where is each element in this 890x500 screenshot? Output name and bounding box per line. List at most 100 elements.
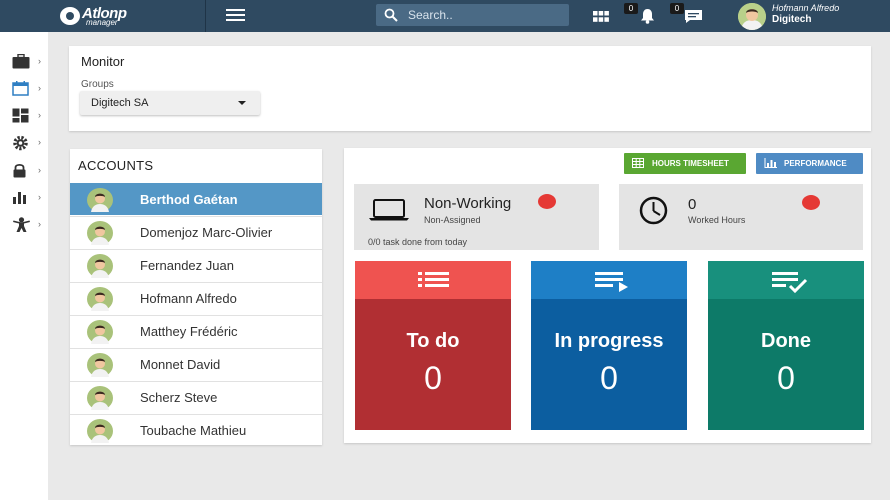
logo-mark — [60, 7, 80, 25]
playlist-check-icon — [772, 272, 808, 293]
account-name: Fernandez Juan — [140, 258, 234, 273]
search-placeholder: Search.. — [408, 8, 453, 22]
monitor-title: Monitor — [81, 54, 125, 69]
hours-timesheet-button[interactable]: HOURS TIMESHEET — [624, 153, 746, 174]
todo-tile-header — [355, 261, 511, 299]
search-icon — [384, 8, 398, 22]
account-row[interactable]: Scherz Steve — [70, 381, 322, 413]
bar-chart-icon — [764, 158, 777, 168]
todo-label: To do — [406, 330, 460, 352]
chevron-right-icon: › — [38, 137, 41, 147]
done-tile-header — [708, 261, 864, 299]
top-bar: Atlonp manager Search.. 0 0 Hofmann Alfr… — [0, 0, 890, 32]
account-row[interactable]: Domenjoz Marc-Olivier — [70, 216, 322, 248]
chevron-right-icon: › — [38, 83, 41, 93]
search-input[interactable]: Search.. — [376, 4, 569, 26]
nav-item-reports[interactable]: › — [12, 190, 46, 208]
account-name: Hofmann Alfredo — [140, 291, 237, 306]
bell-icon[interactable] — [640, 8, 655, 24]
avatar-icon — [84, 320, 116, 344]
in-progress-tile[interactable]: In progress 0 — [531, 261, 687, 430]
grid-view-icon[interactable] — [593, 11, 609, 22]
playlist-play-icon — [595, 272, 628, 292]
worked-hours-card: 0 Worked Hours — [619, 184, 863, 250]
bar-chart-icon — [13, 192, 26, 204]
groups-label: Groups — [81, 79, 114, 90]
status-subtitle: Non-Assigned — [424, 215, 481, 225]
hours-indicator — [802, 195, 820, 210]
account-name: Domenjoz Marc-Olivier — [140, 225, 273, 240]
account-name: Monnet David — [140, 357, 221, 372]
groups-selected-value: Digitech SA — [91, 97, 149, 109]
briefcase-icon — [12, 54, 30, 69]
todo-count: 0 — [424, 360, 442, 396]
nav-item-people[interactable]: › — [12, 217, 46, 235]
list-icon — [418, 272, 449, 287]
laptop-icon — [369, 199, 409, 221]
nav-item-security[interactable]: › — [12, 163, 46, 181]
in-progress-count: 0 — [600, 360, 618, 396]
account-row[interactable]: Monnet David — [70, 348, 322, 380]
working-status-card: Non-Working Non-Assigned 0/0 task done f… — [354, 184, 599, 250]
user-organization: Digitech — [772, 14, 812, 25]
groups-select[interactable]: Digitech SA — [80, 91, 260, 115]
chevron-right-icon: › — [38, 192, 41, 202]
gear-icon — [13, 135, 28, 151]
nav-item-dashboard[interactable]: › — [12, 108, 46, 126]
todo-tile[interactable]: To do 0 — [355, 261, 511, 430]
caret-down-icon — [238, 101, 246, 105]
clock-icon — [639, 196, 668, 225]
dashboard-panel: HOURS TIMESHEET PERFORMANCE Non-Working … — [344, 148, 871, 443]
account-row[interactable]: Hofmann Alfredo — [70, 282, 322, 314]
hours-timesheet-label: HOURS TIMESHEET — [652, 159, 729, 168]
worked-hours-label: Worked Hours — [688, 215, 746, 225]
table-icon — [632, 158, 644, 168]
done-tile[interactable]: Done 0 — [708, 261, 864, 430]
chevron-right-icon: › — [38, 165, 41, 175]
user-name: Hofmann Alfredo — [772, 3, 840, 13]
account-row[interactable]: Toubache Mathieu — [70, 414, 322, 446]
status-title: Non-Working — [424, 195, 512, 212]
in-progress-tile-header — [531, 261, 687, 299]
status-indicator — [538, 194, 556, 209]
performance-button[interactable]: PERFORMANCE — [756, 153, 863, 174]
tasks-done-text: 0/0 task done from today — [368, 237, 468, 247]
dashboard-icon — [12, 108, 29, 123]
avatar-icon — [84, 221, 116, 245]
worked-hours-value: 0 — [688, 196, 697, 213]
avatar-icon — [84, 353, 116, 377]
topbar-divider — [205, 0, 206, 32]
avatar-icon — [84, 287, 116, 311]
side-navigation: › › › › › › › — [0, 32, 48, 500]
account-name: Toubache Mathieu — [140, 423, 247, 438]
done-label: Done — [761, 330, 811, 352]
lock-icon — [13, 163, 26, 178]
avatar-icon — [84, 419, 116, 443]
account-row[interactable]: Matthey Frédéric — [70, 315, 322, 347]
user-avatar[interactable] — [738, 3, 766, 30]
avatar-icon — [84, 188, 116, 212]
chevron-right-icon: › — [38, 110, 41, 120]
in-progress-label: In progress — [554, 330, 664, 352]
chat-icon[interactable] — [684, 9, 703, 24]
monitor-panel: Monitor Groups Digitech SA — [69, 46, 871, 131]
person-icon — [13, 217, 30, 232]
app-logo[interactable]: Atlonp manager — [56, 4, 206, 28]
avatar-icon — [84, 386, 116, 410]
nav-item-briefcase[interactable]: › — [12, 54, 46, 72]
account-name: Scherz Steve — [140, 390, 218, 405]
account-name: Berthod Gaétan — [140, 192, 238, 207]
done-count: 0 — [777, 360, 795, 396]
calendar-icon — [12, 81, 29, 96]
nav-item-settings[interactable]: › — [12, 135, 46, 153]
menu-toggle-button[interactable] — [226, 9, 245, 22]
messages-badge: 0 — [670, 3, 684, 14]
avatar-icon — [738, 3, 766, 30]
accounts-title: ACCOUNTS — [78, 158, 154, 173]
nav-item-calendar[interactable]: › — [12, 81, 46, 99]
accounts-panel: ACCOUNTS Berthod Gaétan Domenjoz Marc-Oli… — [70, 149, 322, 445]
account-row[interactable]: Berthod Gaétan — [70, 183, 322, 215]
account-row[interactable]: Fernandez Juan — [70, 249, 322, 281]
performance-label: PERFORMANCE — [784, 159, 847, 168]
notifications-badge: 0 — [624, 3, 638, 14]
